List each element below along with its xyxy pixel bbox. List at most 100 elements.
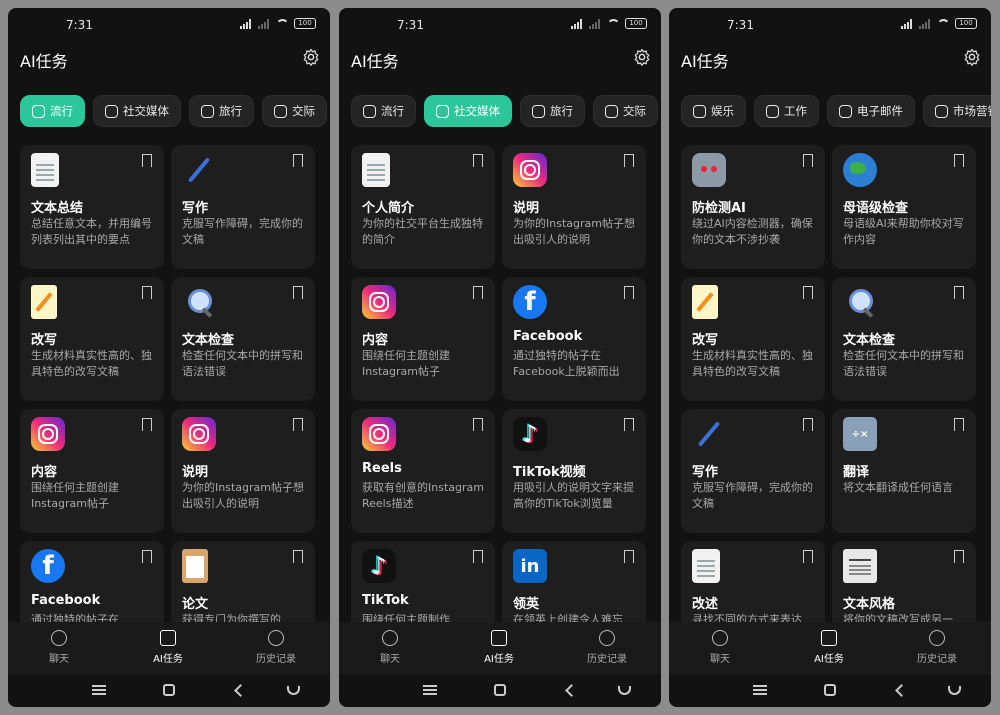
bookmark-icon[interactable] bbox=[954, 418, 964, 435]
task-card[interactable]: 论文 获得专门为你撰写的 bbox=[171, 541, 315, 622]
status-time: 7:31 bbox=[66, 18, 93, 32]
recents-icon[interactable] bbox=[753, 685, 767, 695]
tab-history[interactable]: 历史记录 bbox=[567, 630, 647, 665]
category-label: 社交媒体 bbox=[123, 104, 169, 118]
chat-icon bbox=[51, 630, 67, 646]
task-card[interactable]: 文本总结 总结任意文本，并用编号列表列出其中的要点 bbox=[20, 145, 164, 269]
back-icon[interactable] bbox=[565, 684, 578, 697]
gear-icon[interactable] bbox=[963, 48, 981, 66]
linkedin-icon: in bbox=[513, 549, 547, 583]
bookmark-icon[interactable] bbox=[624, 550, 634, 567]
bookmark-icon[interactable] bbox=[473, 154, 483, 171]
bookmark-icon[interactable] bbox=[473, 550, 483, 567]
category-chip[interactable]: 交际 bbox=[593, 95, 658, 127]
tab-history[interactable]: 历史记录 bbox=[236, 630, 316, 665]
task-title: 防检测AI bbox=[692, 201, 746, 216]
tab-history[interactable]: 历史记录 bbox=[897, 630, 977, 665]
home-icon[interactable] bbox=[494, 684, 506, 696]
task-title: 说明 bbox=[182, 465, 209, 480]
task-card[interactable]: 写作 克服写作障碍，完成你的文稿 bbox=[681, 409, 825, 533]
bookmark-icon[interactable] bbox=[954, 550, 964, 567]
tab-ai-tasks[interactable]: AI任务 bbox=[459, 630, 539, 665]
tab-ai-tasks[interactable]: AI任务 bbox=[128, 630, 208, 665]
home-icon[interactable] bbox=[824, 684, 836, 696]
task-card[interactable]: 改写 生成材料真实性高的、独具特色的改写文稿 bbox=[20, 277, 164, 401]
task-title: 个人简介 bbox=[362, 201, 415, 216]
task-card[interactable]: ÷× 翻译 将文本翻译成任何语言 bbox=[832, 409, 976, 533]
task-card[interactable]: 个人简介 为你的社交平台生成独特的简介 bbox=[351, 145, 495, 269]
bookmark-icon[interactable] bbox=[142, 286, 152, 303]
tab-chat[interactable]: 聊天 bbox=[680, 630, 760, 665]
magnifier-icon bbox=[843, 285, 877, 319]
task-card[interactable]: f Facebook 通过独特的帖子在 bbox=[20, 541, 164, 622]
task-card[interactable]: 文本风格 将你的文稿改写成另一 bbox=[832, 541, 976, 622]
task-card[interactable]: 文本检查 检查任何文本中的拼写和语法错误 bbox=[832, 277, 976, 401]
category-chip[interactable]: 市场营销 bbox=[923, 95, 991, 127]
bookmark-icon[interactable] bbox=[624, 286, 634, 303]
task-card[interactable]: 说明 为你的Instagram帖子想出吸引人的说明 bbox=[171, 409, 315, 533]
assistant-icon[interactable] bbox=[948, 686, 961, 695]
task-title: 母语级检查 bbox=[843, 201, 909, 216]
recents-icon[interactable] bbox=[92, 685, 106, 695]
bookmark-icon[interactable] bbox=[954, 286, 964, 303]
bookmark-icon[interactable] bbox=[803, 418, 813, 435]
task-card[interactable]: 内容 围绕任何主题创建Instagram帖子 bbox=[351, 277, 495, 401]
category-chip[interactable]: 电子邮件 bbox=[827, 95, 915, 127]
bookmark-icon[interactable] bbox=[803, 154, 813, 171]
task-card[interactable]: 改写 生成材料真实性高的、独具特色的改写文稿 bbox=[681, 277, 825, 401]
bookmark-icon[interactable] bbox=[954, 154, 964, 171]
bookmark-icon[interactable] bbox=[293, 550, 303, 567]
bookmark-icon[interactable] bbox=[473, 418, 483, 435]
assistant-icon[interactable] bbox=[618, 686, 631, 695]
category-chip[interactable]: 社交媒体 bbox=[93, 95, 181, 127]
category-chip[interactable]: 流行 bbox=[20, 95, 85, 127]
gear-icon[interactable] bbox=[302, 48, 320, 66]
wifi-icon bbox=[937, 18, 950, 29]
bookmark-icon[interactable] bbox=[293, 154, 303, 171]
task-card[interactable]: ♪ TikTok 围绕任何主题制作 bbox=[351, 541, 495, 622]
task-card[interactable]: 说明 为你的Instagram帖子想出吸引人的说明 bbox=[502, 145, 646, 269]
category-chip[interactable]: 旅行 bbox=[520, 95, 585, 127]
bookmark-icon[interactable] bbox=[624, 418, 634, 435]
bookmark-icon[interactable] bbox=[293, 418, 303, 435]
bookmark-icon[interactable] bbox=[803, 286, 813, 303]
task-card[interactable]: in 领英 在领英上创建令人难忘 bbox=[502, 541, 646, 622]
recents-icon[interactable] bbox=[423, 685, 437, 695]
category-chip[interactable]: 旅行 bbox=[189, 95, 254, 127]
category-chip[interactable]: 流行 bbox=[351, 95, 416, 127]
back-icon[interactable] bbox=[234, 684, 247, 697]
tab-chat[interactable]: 聊天 bbox=[19, 630, 99, 665]
magnifier-icon bbox=[182, 285, 216, 319]
task-card[interactable]: ♪ TikTok视频 用吸引人的说明文字来提高你的TikTok浏览量 bbox=[502, 409, 646, 533]
home-icon[interactable] bbox=[163, 684, 175, 696]
category-chip[interactable]: 交际 bbox=[262, 95, 327, 127]
bookmark-icon[interactable] bbox=[803, 550, 813, 567]
bookmark-icon[interactable] bbox=[293, 286, 303, 303]
task-card[interactable]: 防检测AI 绕过AI内容检测器，确保你的文本不涉抄袭 bbox=[681, 145, 825, 269]
task-card[interactable]: f Facebook 通过独特的帖子在Facebook上脱颖而出 bbox=[502, 277, 646, 401]
bookmark-icon[interactable] bbox=[624, 154, 634, 171]
bookmark-icon[interactable] bbox=[142, 154, 152, 171]
bookmark-icon[interactable] bbox=[473, 286, 483, 303]
task-card[interactable]: 内容 围绕任何主题创建Instagram帖子 bbox=[20, 409, 164, 533]
task-card[interactable]: 母语级检查 母语级AI来帮助你校对写作内容 bbox=[832, 145, 976, 269]
task-card[interactable]: 文本检查 检查任何文本中的拼写和语法错误 bbox=[171, 277, 315, 401]
category-chip[interactable]: 工作 bbox=[754, 95, 819, 127]
bookmark-icon[interactable] bbox=[142, 418, 152, 435]
task-title: 改写 bbox=[692, 333, 719, 348]
category-chip[interactable]: 社交媒体 bbox=[424, 95, 512, 127]
task-card[interactable]: Reels 获取有创意的Instagram Reels描述 bbox=[351, 409, 495, 533]
status-icons: 100 bbox=[240, 18, 316, 29]
phone-screen: 7:31 100 AI任务 流行 社交媒体 旅行 交际 bbox=[339, 8, 661, 707]
tab-ai-tasks[interactable]: AI任务 bbox=[789, 630, 869, 665]
bookmark-icon[interactable] bbox=[142, 550, 152, 567]
category-chip[interactable]: 娱乐 bbox=[681, 95, 746, 127]
assistant-icon[interactable] bbox=[287, 686, 300, 695]
category-icon bbox=[436, 104, 449, 118]
task-card[interactable]: 改述 寻找不同的方式来表达 bbox=[681, 541, 825, 622]
gear-icon[interactable] bbox=[633, 48, 651, 66]
system-nav-bar bbox=[669, 674, 991, 707]
back-icon[interactable] bbox=[895, 684, 908, 697]
tab-chat[interactable]: 聊天 bbox=[350, 630, 430, 665]
task-card[interactable]: 写作 克服写作障碍，完成你的文稿 bbox=[171, 145, 315, 269]
